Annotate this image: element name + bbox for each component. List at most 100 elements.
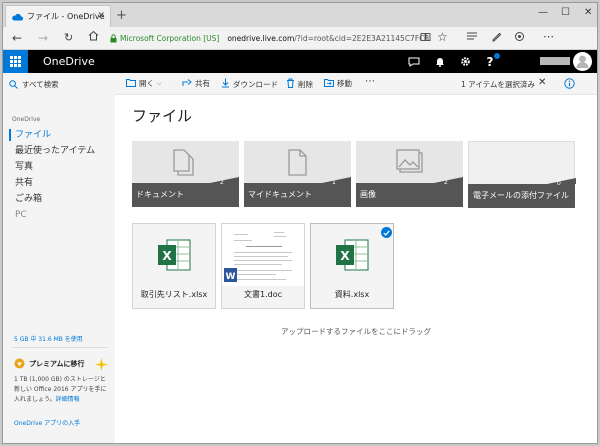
share-button[interactable]: 共有 (182, 78, 210, 89)
account-name-redacted[interactable] (540, 57, 570, 65)
close-window-icon[interactable]: ✕ (584, 7, 592, 18)
svg-text:X: X (340, 249, 350, 263)
folder-item-count: 1 (332, 179, 336, 186)
folder-tile-pictures[interactable]: 2 画像 (356, 141, 463, 207)
folder-tile-email-attachments[interactable]: 0 電子メールの添付ファイル (468, 141, 576, 208)
premium-diamond-icon (14, 358, 25, 369)
search-icon (9, 80, 18, 89)
premium-heading[interactable]: プレミアムに移行 (14, 358, 85, 369)
word-file-icon: W (224, 267, 237, 286)
tab-strip: ファイル - OneDrive ✕ + — ☐ ✕ (3, 3, 597, 27)
selected-check-icon[interactable] (381, 227, 392, 238)
web-note-icon[interactable] (491, 31, 502, 45)
folder-item-count: 0 (557, 180, 561, 187)
file-tile-excel[interactable]: X 取引先リスト.xlsx (132, 223, 216, 309)
file-tile-excel-selected[interactable]: X 資料.xlsx (310, 223, 394, 309)
divider (13, 347, 107, 348)
url-field[interactable]: Microsoft Corporation [US] onedrive.live… (110, 30, 429, 47)
browser-window: ファイル - OneDrive ✕ + — ☐ ✕ ← → ↻ Microsof… (2, 2, 598, 444)
home-icon[interactable] (88, 30, 99, 44)
lock-icon (110, 34, 117, 43)
nav-group-heading: OneDrive (12, 116, 41, 123)
folder-name: 画像 (360, 190, 376, 199)
folder-item-count: 2 (220, 179, 224, 186)
file-name: 資料.xlsx (334, 290, 370, 299)
documents-folder-icon (132, 149, 239, 177)
sidebar: すべて検索 OneDrive ファイル 最近使ったアイテム 写真 共有 ごみ箱 … (3, 73, 115, 443)
info-pane-icon[interactable] (564, 78, 575, 91)
onedrive-cloud-icon (11, 13, 23, 21)
sidebar-item-files[interactable]: ファイル (3, 127, 115, 143)
url-text: onedrive.live.com/?id=root&cid=2E2E3A211… (227, 34, 430, 43)
notifications-bell-icon[interactable] (429, 50, 451, 73)
trash-icon (286, 78, 295, 90)
refresh-icon[interactable]: ↻ (64, 31, 73, 44)
suite-header: OneDrive ? (3, 50, 597, 73)
sparkle-icon (95, 356, 108, 375)
brand-title[interactable]: OneDrive (43, 55, 95, 68)
app-launcher-icon[interactable] (3, 50, 28, 73)
new-tab-icon[interactable]: + (116, 8, 127, 23)
folder-name: ドキュメント (136, 190, 184, 199)
move-icon (324, 78, 334, 89)
share-icon (182, 78, 192, 89)
page-title: ファイル (132, 107, 193, 125)
nav-list: ファイル 最近使ったアイテム 写真 共有 ごみ箱 PC (3, 127, 115, 223)
skype-chat-icon[interactable] (403, 50, 425, 73)
more-menu-icon[interactable]: ⋯ (543, 30, 554, 43)
selection-status: 1 アイテムを選択済み (461, 80, 535, 89)
reading-view-icon[interactable] (420, 32, 431, 45)
favorite-star-icon[interactable]: ☆ (437, 30, 448, 44)
clear-selection-icon[interactable]: ✕ (538, 77, 546, 88)
download-icon (221, 78, 230, 90)
avatar[interactable] (573, 52, 592, 71)
get-apps-link[interactable]: OneDrive アプリの入手 (14, 418, 80, 427)
sidebar-item-recent[interactable]: 最近使ったアイテム (3, 143, 115, 159)
certificate-owner: Microsoft Corporation [US] (120, 34, 220, 43)
browser-tab[interactable]: ファイル - OneDrive ✕ (5, 5, 111, 27)
excel-file-icon: X (133, 224, 215, 286)
file-name: 取引先リスト.xlsx (140, 290, 208, 299)
tab-close-icon[interactable]: ✕ (97, 11, 105, 21)
drop-zone-hint: アップロードするファイルをここにドラッグ (281, 327, 431, 336)
help-badge (494, 53, 500, 59)
learn-more-link[interactable]: 詳細情報 (56, 396, 80, 403)
hub-icon[interactable] (466, 31, 478, 44)
storage-quota-link[interactable]: 5 GB 中 31.6 MB を使用 (14, 334, 83, 343)
folder-name: マイドキュメント (248, 190, 312, 199)
folder-item-count: 2 (444, 179, 448, 186)
move-button[interactable]: 移動 (324, 78, 352, 89)
address-bar: ← → ↻ Microsoft Corporation [US] onedriv… (3, 27, 597, 50)
sidebar-item-photos[interactable]: 写真 (3, 159, 115, 175)
more-commands-button[interactable]: ⋯ (365, 76, 375, 87)
search-placeholder: すべて検索 (22, 80, 59, 89)
open-button[interactable]: 開く ⌵ (126, 78, 162, 89)
minimize-icon[interactable]: — (538, 7, 548, 18)
search-box[interactable]: すべて検索 (9, 79, 59, 90)
file-tile-word[interactable]: W 文書1.doc (221, 223, 305, 309)
sidebar-item-recycle-bin[interactable]: ごみ箱 (3, 191, 115, 207)
sidebar-item-pc[interactable]: PC (3, 207, 115, 223)
settings-gear-icon[interactable] (454, 50, 476, 73)
back-icon[interactable]: ← (12, 31, 22, 45)
svg-text:W: W (226, 272, 236, 282)
delete-button[interactable]: 削除 (286, 78, 313, 90)
file-name: 文書1.doc (243, 290, 282, 299)
command-bar: 開く ⌵ 共有 ダウンロード 削除 移動 ⋯ 1 アイテムを選択済み ✕ (115, 73, 597, 95)
open-icon (126, 78, 136, 89)
tab-title: ファイル - OneDrive (27, 12, 105, 21)
maximize-icon[interactable]: ☐ (561, 7, 570, 18)
share-page-icon[interactable] (514, 31, 525, 45)
main-content: ファイル 2 ドキュメント 1 マイドキュメント 2 画像 0 電子メールの添付… (115, 95, 597, 443)
sidebar-item-shared[interactable]: 共有 (3, 175, 115, 191)
folder-tile-my-documents[interactable]: 1 マイドキュメント (244, 141, 351, 207)
chevron-down-icon: ⌵ (157, 79, 162, 87)
download-button[interactable]: ダウンロード (221, 78, 278, 90)
svg-text:X: X (162, 249, 172, 263)
document-icon (244, 149, 351, 177)
premium-promo: 1 TB (1,000 GB) のストレージと新しい Office 2016 ア… (14, 376, 107, 403)
folder-name: 電子メールの添付ファイル (473, 191, 569, 200)
folder-tile-documents[interactable]: 2 ドキュメント (132, 141, 239, 207)
forward-icon[interactable]: → (38, 31, 48, 45)
pictures-icon (356, 149, 463, 175)
